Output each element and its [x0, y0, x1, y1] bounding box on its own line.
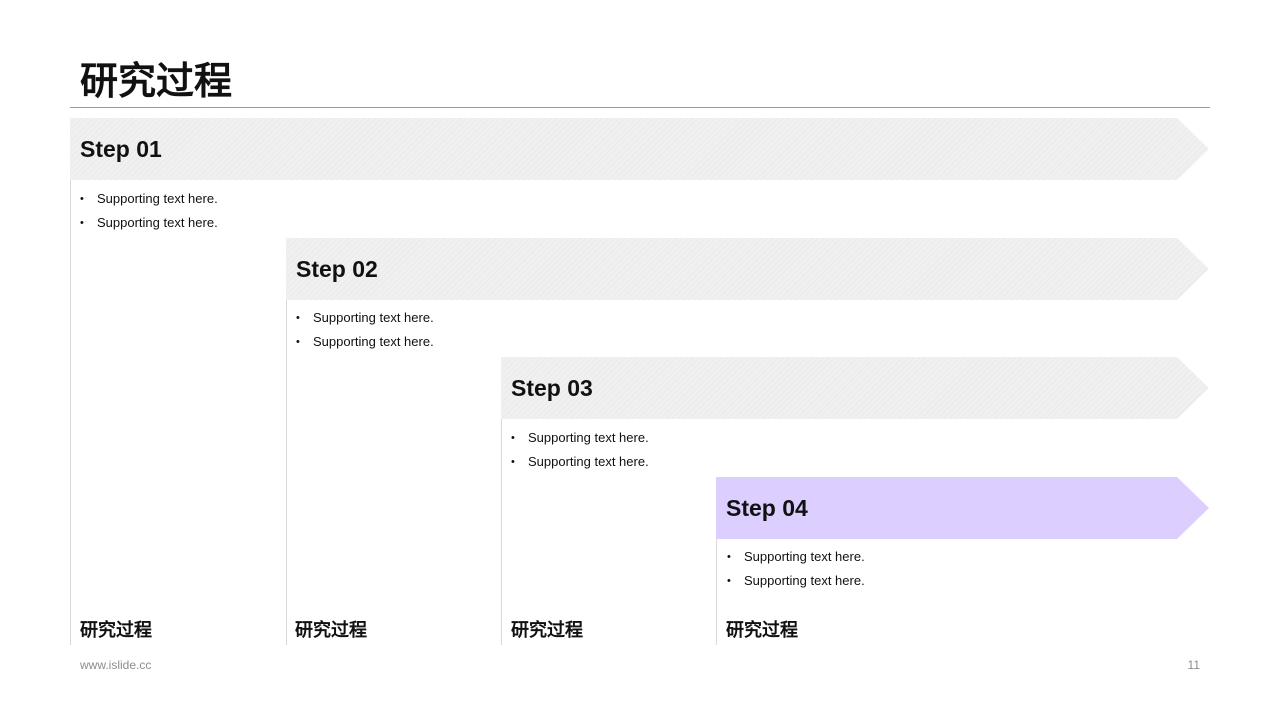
step-02-label: Step 02 [296, 256, 378, 282]
list-item: Supporting text here. [80, 211, 218, 235]
column-label-3: 研究过程 [511, 620, 583, 640]
page-number: 11 [1187, 658, 1200, 672]
step-03-arrow: Step 03 [501, 357, 1209, 419]
step-04-label: Step 04 [726, 495, 808, 521]
step-02-bullets: Supporting text here. Supporting text he… [296, 306, 434, 354]
column-divider-1 [70, 118, 71, 645]
step-02-arrow: Step 02 [286, 238, 1209, 300]
step-04-bullets: Supporting text here. Supporting text he… [727, 545, 865, 593]
list-item: Supporting text here. [511, 450, 649, 474]
step-03-label: Step 03 [511, 375, 593, 401]
list-item: Supporting text here. [296, 330, 434, 354]
list-item: Supporting text here. [80, 187, 218, 211]
list-item: Supporting text here. [511, 426, 649, 450]
title-divider [70, 107, 1210, 108]
list-item: Supporting text here. [727, 545, 865, 569]
column-label-2: 研究过程 [295, 620, 367, 640]
step-04-arrow: Step 04 [716, 477, 1209, 539]
list-item: Supporting text here. [296, 306, 434, 330]
column-label-4: 研究过程 [726, 620, 798, 640]
footer-website: www.islide.cc [80, 658, 152, 672]
column-label-1: 研究过程 [80, 620, 152, 640]
step-03-bullets: Supporting text here. Supporting text he… [511, 426, 649, 474]
step-01-label: Step 01 [80, 136, 162, 162]
list-item: Supporting text here. [727, 569, 865, 593]
page-title: 研究过程 [80, 61, 233, 103]
step-01-arrow: Step 01 [70, 118, 1209, 180]
step-01-bullets: Supporting text here. Supporting text he… [80, 187, 218, 235]
